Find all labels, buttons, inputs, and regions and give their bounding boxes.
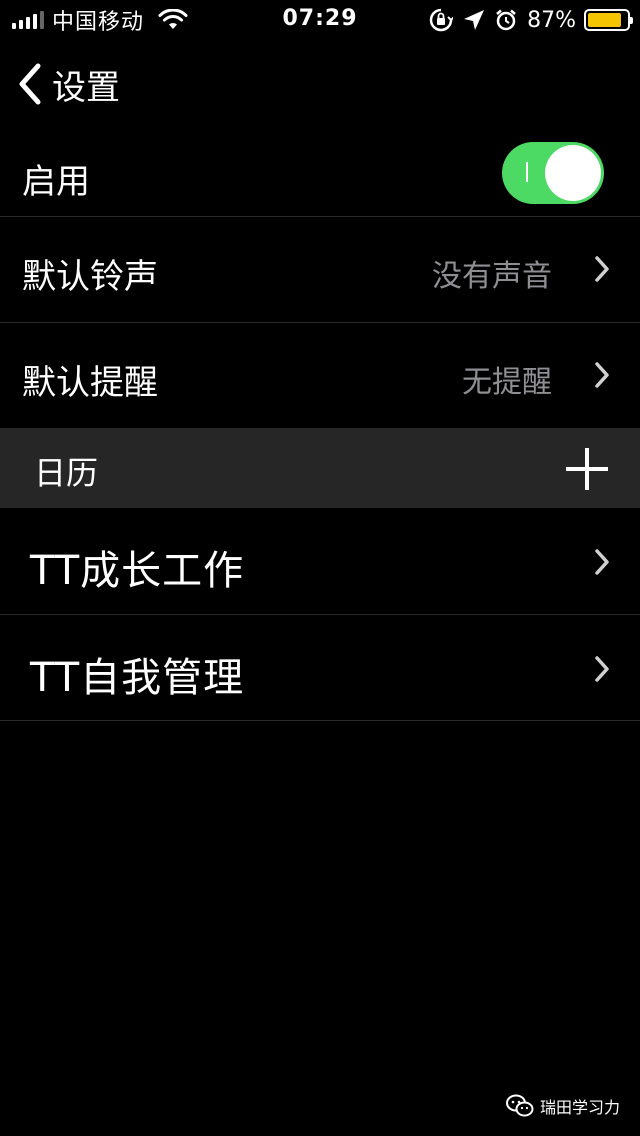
calendar-item-label: TT自我管理	[30, 655, 245, 701]
calendar-item-label: TT成长工作	[30, 548, 245, 594]
chevron-right-icon	[595, 656, 609, 682]
default-ringtone-value: 没有声音	[432, 259, 552, 294]
status-bar: 中国移动 07:29 87%	[0, 0, 640, 40]
chevron-left-icon	[19, 63, 41, 105]
alarm-icon	[496, 9, 516, 31]
status-right: 87%	[429, 6, 633, 34]
battery-level-fill	[588, 13, 621, 27]
default-reminder-value: 无提醒	[462, 365, 552, 400]
toggle-on-mark	[526, 162, 528, 182]
toggle-knob	[545, 145, 601, 201]
back-button[interactable]: 设置	[16, 58, 120, 110]
back-label: 设置	[52, 67, 120, 108]
calendar-item[interactable]: TT自我管理	[0, 615, 640, 720]
orientation-lock-icon	[429, 8, 454, 32]
enable-label: 启用	[22, 162, 90, 202]
divider	[0, 720, 640, 721]
enable-toggle[interactable]	[502, 142, 604, 204]
section-title: 日历	[34, 454, 99, 492]
calendar-item[interactable]: TT成长工作	[0, 508, 640, 614]
chevron-right-icon	[595, 362, 609, 388]
calendar-section-header: 日历	[0, 428, 640, 508]
wechat-icon	[505, 1094, 534, 1117]
default-ringtone-label: 默认铃声	[22, 257, 158, 297]
watermark: 瑞田学习力	[505, 1094, 620, 1118]
add-calendar-button[interactable]	[566, 448, 608, 490]
default-reminder-label: 默认提醒	[22, 363, 158, 403]
watermark-text: 瑞田学习力	[539, 1098, 620, 1117]
battery-icon	[584, 9, 633, 31]
nav-bar: 设置	[0, 48, 640, 120]
location-arrow-icon	[464, 10, 485, 30]
default-reminder-row[interactable]: 默认提醒 无提醒	[0, 323, 640, 428]
chevron-right-icon	[595, 549, 609, 575]
default-ringtone-row[interactable]: 默认铃声 没有声音	[0, 217, 640, 322]
chevron-right-icon	[595, 256, 609, 282]
battery-percent: 87%	[527, 7, 576, 33]
